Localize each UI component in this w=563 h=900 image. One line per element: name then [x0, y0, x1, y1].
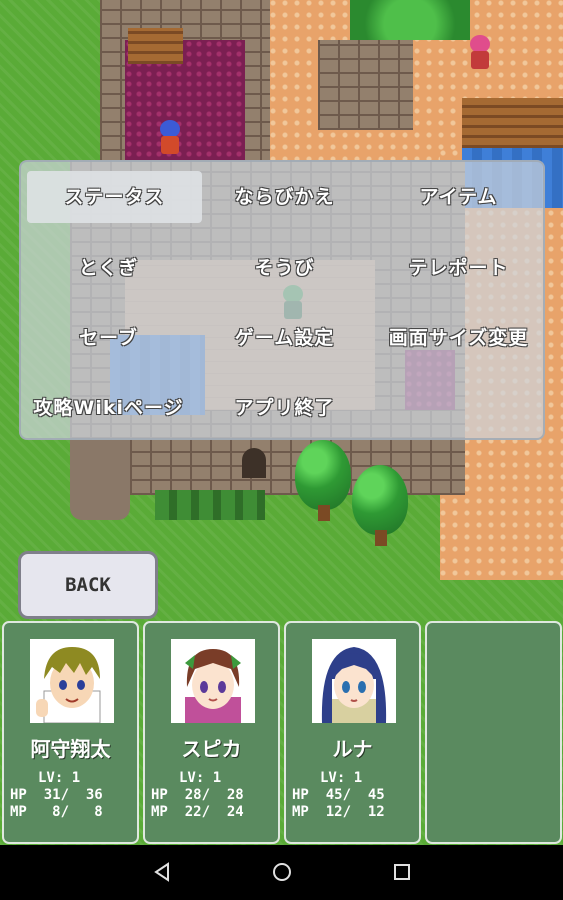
square-recents-icon[interactable] [387, 857, 417, 887]
menu-item-wiki[interactable]: 攻略Wikiページ [21, 382, 196, 434]
circle-home-icon[interactable] [267, 857, 297, 887]
empty-party-slot [425, 621, 562, 844]
command-menu: ステータス ならびかえ アイテム とくぎ そうび テレポート セーブ ゲーム設定… [19, 160, 545, 440]
menu-item-status[interactable]: ステータス [27, 171, 202, 223]
menu-item-screen-size[interactable]: 画面サイズ変更 [371, 312, 546, 364]
character-name: スピカ [181, 737, 242, 761]
system-navigation-bar [0, 845, 563, 900]
avatar [312, 639, 396, 723]
triangle-back-icon[interactable] [147, 857, 177, 887]
menu-item-items[interactable]: アイテム [371, 171, 546, 223]
avatar [30, 639, 114, 723]
character-mp: MP 22/ 24 [151, 804, 244, 820]
character-hp: HP 28/ 28 [151, 787, 244, 803]
party-member-card[interactable]: スピカ LV: 1 HP 28/ 28 MP 22/ 24 [143, 621, 280, 844]
menu-item-game-settings[interactable]: ゲーム設定 [197, 312, 372, 364]
character-hp: HP 45/ 45 [292, 787, 385, 803]
character-name: ルナ [332, 737, 373, 761]
party-member-card[interactable]: 阿守翔太 LV: 1 HP 31/ 36 MP 8/ 8 [2, 621, 139, 844]
character-mp: MP 8/ 8 [10, 804, 103, 820]
character-name: 阿守翔太 [30, 737, 111, 761]
menu-item-save[interactable]: セーブ [21, 312, 196, 364]
menu-item-equipment[interactable]: そうび [197, 242, 372, 294]
menu-item-quit-app[interactable]: アプリ終了 [197, 382, 372, 434]
menu-item-teleport[interactable]: テレポート [371, 242, 546, 294]
avatar [171, 639, 255, 723]
party-member-card[interactable]: ルナ LV: 1 HP 45/ 45 MP 12/ 12 [284, 621, 421, 844]
menu-item-skills[interactable]: とくぎ [21, 242, 196, 294]
menu-item-reorder[interactable]: ならびかえ [197, 171, 372, 223]
character-mp: MP 12/ 12 [292, 804, 385, 820]
back-button[interactable]: BACK [18, 551, 158, 619]
character-hp: HP 31/ 36 [10, 787, 103, 803]
